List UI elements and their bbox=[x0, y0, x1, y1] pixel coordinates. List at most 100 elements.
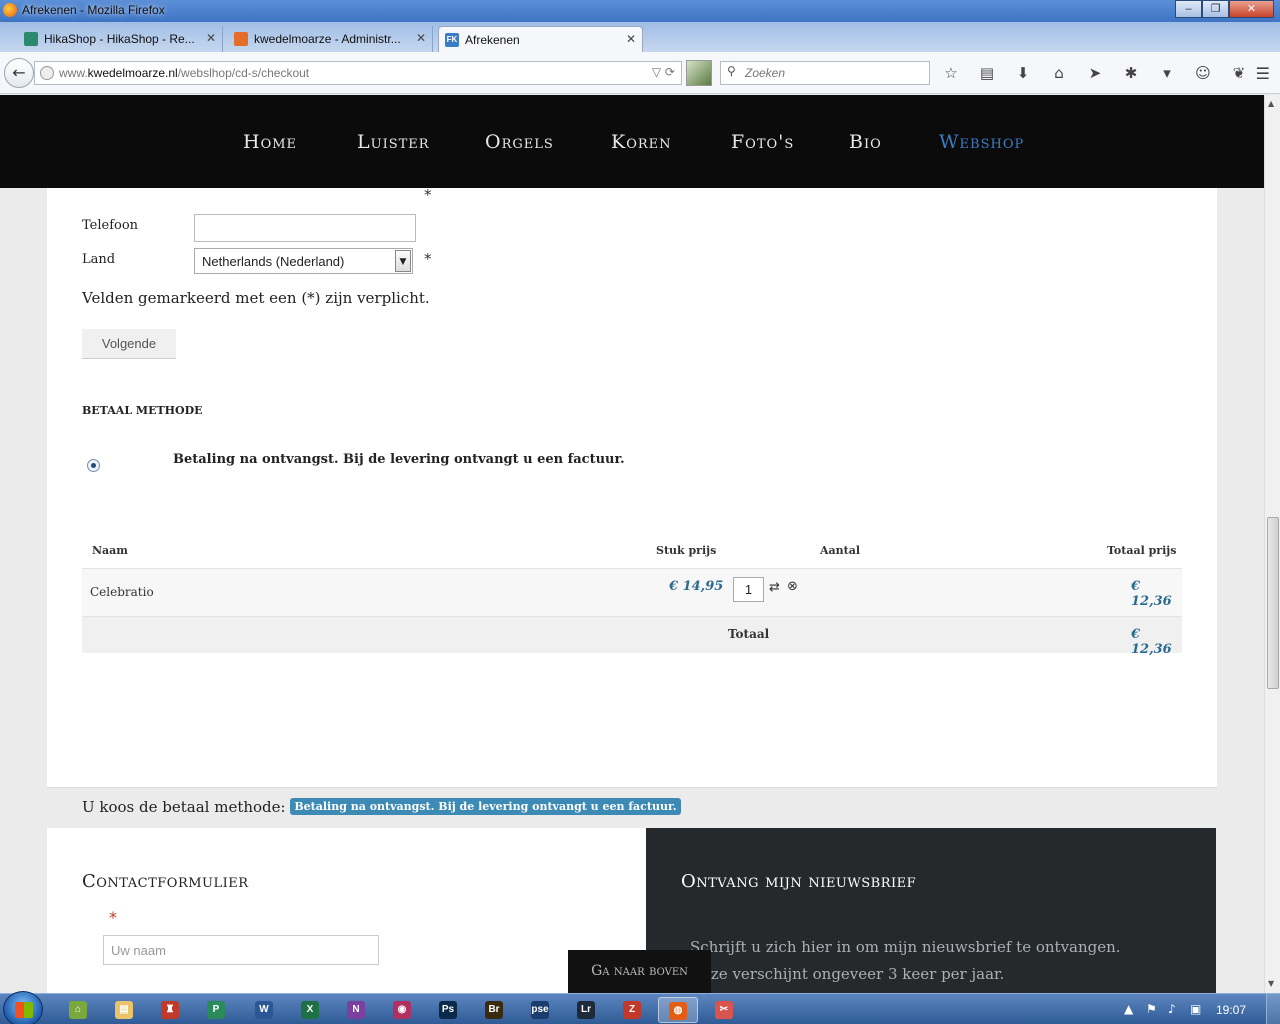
minimize-button[interactable]: – bbox=[1175, 0, 1202, 18]
taskbar-photoshop-elements-button[interactable]: pse bbox=[520, 997, 560, 1023]
chosen-method-badge: Betaling na ontvangst. Bij de levering o… bbox=[290, 798, 681, 815]
url-path: /webslhop/cd-s/checkout bbox=[177, 66, 310, 80]
close-tab-icon[interactable]: ✕ bbox=[626, 32, 636, 46]
taskbar-publisher-button[interactable]: P bbox=[196, 997, 236, 1023]
chat-icon[interactable]: ☺ bbox=[1192, 64, 1214, 82]
bridge-icon: Br bbox=[485, 1001, 503, 1019]
tab-hikashop[interactable]: HikaShop - HikaShop - Re... ✕ bbox=[18, 26, 223, 52]
show-desktop-button[interactable] bbox=[1266, 994, 1280, 1024]
refresh-icon[interactable]: ⇄ bbox=[769, 580, 780, 595]
name-placeholder: Uw naam bbox=[111, 943, 166, 958]
col-unit-price-header: Stuk prijs bbox=[656, 544, 717, 557]
remove-item-icon[interactable]: ⊗ bbox=[787, 579, 798, 594]
bookmark-star-icon[interactable]: ☆ bbox=[940, 64, 962, 82]
url-prefix: www. bbox=[59, 66, 88, 80]
tab-label: kwedelmoarze - Administr... bbox=[254, 32, 401, 46]
volume-icon[interactable]: ♪ bbox=[1168, 1002, 1176, 1016]
downloads-icon[interactable]: ⬇ bbox=[1012, 64, 1034, 82]
page-scrollbar[interactable]: ▲ ▼ bbox=[1264, 95, 1280, 993]
window-title: Afrekenen - Mozilla Firefox bbox=[22, 3, 165, 17]
country-select[interactable]: Netherlands (Nederland) ▼ bbox=[194, 248, 413, 274]
nav-bio[interactable]: Bio bbox=[849, 131, 882, 153]
required-mark: * bbox=[424, 186, 432, 204]
taskbar-explorer-home-button[interactable]: ⌂ bbox=[58, 997, 98, 1023]
tab-label: Afrekenen bbox=[465, 33, 520, 47]
tab-label: HikaShop - HikaShop - Re... bbox=[44, 32, 195, 46]
taskbar-word-button[interactable]: W bbox=[244, 997, 284, 1023]
next-button[interactable]: Volgende bbox=[82, 329, 176, 359]
send-icon[interactable]: ➤ bbox=[1084, 64, 1106, 82]
nav-koren[interactable]: Koren bbox=[611, 131, 672, 153]
required-fields-note: Velden gemarkeerd met een (*) zijn verpl… bbox=[82, 289, 430, 307]
phone-input[interactable] bbox=[194, 214, 416, 242]
newsletter-heading: Ontvang mijn nieuwsbrief bbox=[681, 871, 917, 892]
clock[interactable]: 19:07 bbox=[1216, 1003, 1246, 1017]
taskbar-media-button[interactable]: ◉ bbox=[382, 997, 422, 1023]
payment-option-radio[interactable] bbox=[87, 459, 100, 472]
word-icon: W bbox=[255, 1001, 273, 1019]
taskbar-snipping-tool-button[interactable]: ✂ bbox=[704, 997, 744, 1023]
scrollbar-thumb[interactable] bbox=[1267, 517, 1279, 689]
taskbar-file-explorer-button[interactable]: ▤ bbox=[104, 997, 144, 1023]
taskbar-photoshop-button[interactable]: Ps bbox=[428, 997, 468, 1023]
app-manager-icon: ♜ bbox=[161, 1001, 179, 1019]
extension-icon[interactable]: ❦ bbox=[1228, 64, 1250, 82]
windows-logo-icon bbox=[15, 1002, 33, 1018]
back-button[interactable]: ← bbox=[4, 58, 34, 88]
taskbar-lightroom-button[interactable]: Lr bbox=[566, 997, 606, 1023]
taskbar-firefox-button[interactable]: ◍ bbox=[658, 997, 698, 1023]
close-tab-icon[interactable]: ✕ bbox=[416, 31, 426, 45]
navigation-toolbar: ← www.kwedelmoarze.nl/webslhop/cd-s/chec… bbox=[0, 52, 1280, 94]
taskbar-bridge-button[interactable]: Br bbox=[474, 997, 514, 1023]
back-to-top-button[interactable]: Ga naar boven bbox=[568, 950, 711, 993]
network-icon[interactable]: ▣ bbox=[1190, 1002, 1201, 1016]
menu-icon[interactable]: ☰ bbox=[1256, 64, 1270, 83]
scroll-down-icon[interactable]: ▼ bbox=[1268, 979, 1274, 988]
nav-luister[interactable]: Luister bbox=[357, 131, 430, 153]
search-bar[interactable]: ⚲ Zoeken bbox=[720, 61, 930, 85]
dropdown-icon[interactable]: ▾ bbox=[1156, 64, 1178, 82]
product-name[interactable]: Celebratio bbox=[90, 585, 154, 599]
url-dropdown-reload-icons[interactable]: ▽ ⟳ bbox=[652, 65, 675, 79]
joomla-favicon-icon bbox=[234, 32, 248, 46]
maximize-button[interactable]: ❐ bbox=[1202, 0, 1229, 18]
name-input[interactable]: Uw naam bbox=[103, 935, 379, 965]
file-explorer-icon: ▤ bbox=[115, 1001, 133, 1019]
scroll-up-icon[interactable]: ▲ bbox=[1268, 99, 1274, 108]
table-row: Celebratio € 14,95 1 ⇄ ⊗ € 12,36 bbox=[82, 568, 1182, 617]
start-button[interactable] bbox=[3, 991, 43, 1024]
tab-admin[interactable]: kwedelmoarze - Administr... ✕ bbox=[228, 26, 433, 52]
table-total-row: Totaal € 12,36 bbox=[82, 617, 1182, 657]
media-icon: ◉ bbox=[393, 1001, 411, 1019]
bookmarks-list-icon[interactable]: ▤ bbox=[976, 64, 998, 82]
newsletter-text: Schrijft u zich hier in om mijn nieuwsbr… bbox=[690, 938, 1121, 983]
nav-orgels[interactable]: Orgels bbox=[485, 131, 554, 153]
nav-fotos[interactable]: Foto's bbox=[731, 131, 794, 153]
search-placeholder: Zoeken bbox=[745, 66, 786, 80]
excel-icon: X bbox=[301, 1001, 319, 1019]
chevron-down-icon[interactable]: ▼ bbox=[395, 250, 411, 272]
globe-icon bbox=[40, 66, 54, 80]
taskbar-excel-button[interactable]: X bbox=[290, 997, 330, 1023]
taskbar-app-manager-button[interactable]: ♜ bbox=[150, 997, 190, 1023]
tray-expand-icon[interactable]: ▲ bbox=[1124, 1002, 1133, 1016]
nav-webshop[interactable]: Webshop bbox=[939, 131, 1024, 153]
site-favicon-icon: FK bbox=[445, 33, 459, 47]
close-window-button[interactable]: ✕ bbox=[1229, 0, 1274, 18]
filezilla-icon: Z bbox=[623, 1001, 641, 1019]
contact-heading: Contactformulier bbox=[82, 871, 249, 892]
action-center-icon[interactable]: ⚑ bbox=[1146, 1002, 1157, 1016]
image-toolbar-button[interactable] bbox=[686, 60, 712, 86]
nav-home[interactable]: Home bbox=[243, 131, 297, 153]
publisher-icon: P bbox=[207, 1001, 225, 1019]
quantity-input[interactable]: 1 bbox=[733, 577, 764, 602]
contact-section: Contactformulier * Uw naam bbox=[47, 828, 646, 993]
addon-icon[interactable]: ✱ bbox=[1120, 64, 1142, 82]
taskbar-onenote-button[interactable]: N bbox=[336, 997, 376, 1023]
url-bar[interactable]: www.kwedelmoarze.nl/webslhop/cd-s/checko… bbox=[34, 61, 682, 85]
close-tab-icon[interactable]: ✕ bbox=[206, 31, 216, 45]
tab-afrekenen[interactable]: FK Afrekenen ✕ bbox=[438, 26, 643, 52]
payment-option-label[interactable]: Betaling na ontvangst. Bij de levering o… bbox=[173, 452, 625, 467]
home-icon[interactable]: ⌂ bbox=[1048, 64, 1070, 82]
taskbar-filezilla-button[interactable]: Z bbox=[612, 997, 652, 1023]
